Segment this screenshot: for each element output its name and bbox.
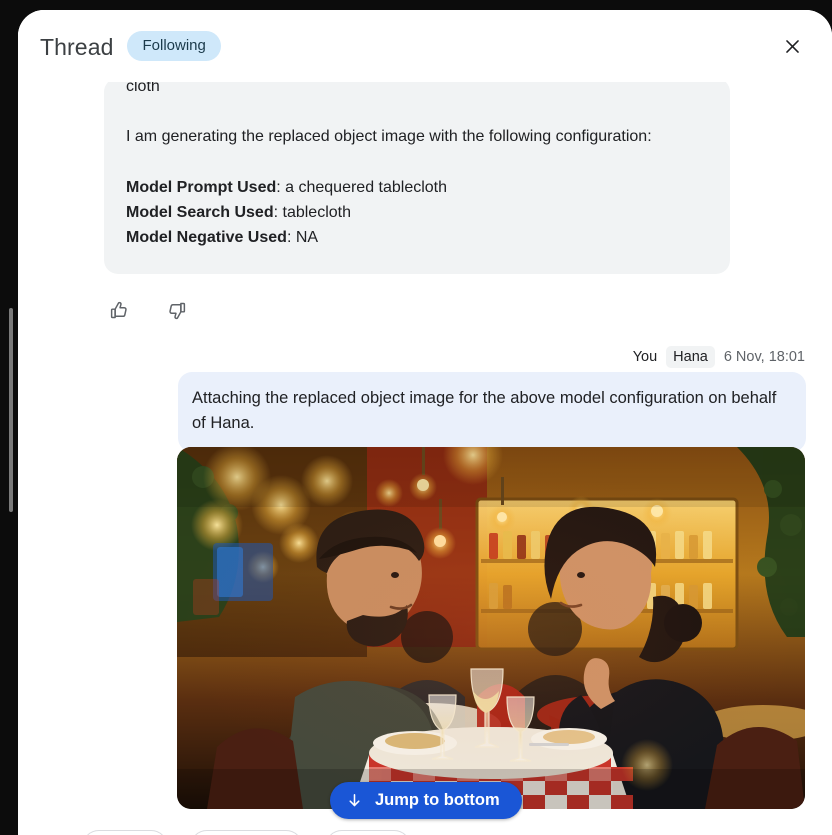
- following-badge[interactable]: Following: [127, 31, 221, 61]
- arrow-down-icon: [346, 792, 363, 809]
- message-author-name: Hana: [666, 346, 715, 368]
- config-key: Model Search Used: [126, 204, 274, 221]
- thumbs-up-icon[interactable]: [104, 295, 134, 325]
- thread-panel: cloth I am generating the replaced objec…: [18, 10, 832, 835]
- config-row: Model Negative Used: NA: [126, 225, 708, 250]
- attached-image-graphic: [177, 447, 805, 809]
- close-icon: [783, 37, 802, 56]
- close-thread-button[interactable]: [774, 28, 810, 64]
- feedback-row: [104, 295, 191, 325]
- bot-message-intro: I am generating the replaced object imag…: [126, 128, 652, 145]
- config-separator: :: [273, 204, 283, 221]
- jump-to-bottom-button[interactable]: Jump to bottom: [330, 782, 522, 819]
- user-message-meta: You Hana 6 Nov, 18:01: [633, 346, 805, 368]
- user-message-text: Attaching the replaced object image for …: [192, 389, 777, 432]
- model-config-list: Model Prompt Used: a chequered tableclot…: [126, 175, 708, 250]
- config-value: tablecloth: [282, 204, 352, 221]
- thread-scrollbar-track[interactable]: [18, 65, 22, 835]
- screen-root: cloth I am generating the replaced objec…: [0, 0, 832, 835]
- suggestion-chip[interactable]: Understood: [190, 830, 303, 835]
- message-author-self: You: [632, 349, 658, 365]
- suggestion-chip[interactable]: Done: [82, 830, 168, 835]
- thumbs-down-icon[interactable]: [161, 295, 191, 325]
- config-separator: :: [286, 229, 296, 246]
- config-separator: :: [276, 179, 286, 196]
- suggestion-chips: Done Understood Thanks: [82, 830, 411, 835]
- message-timestamp: 6 Nov, 18:01: [723, 349, 805, 365]
- thread-scrollbar-thumb[interactable]: [9, 308, 13, 512]
- config-row: Model Search Used: tablecloth: [126, 200, 708, 225]
- suggestion-chip[interactable]: Thanks: [324, 830, 411, 835]
- thread-scroll-area[interactable]: cloth I am generating the replaced objec…: [18, 65, 832, 835]
- bot-message-bubble: cloth I am generating the replaced objec…: [104, 78, 730, 274]
- jump-to-bottom-label: Jump to bottom: [375, 791, 500, 809]
- config-value: NA: [295, 229, 319, 246]
- config-key: Model Prompt Used: [126, 179, 277, 196]
- user-message-bubble: Attaching the replaced object image for …: [178, 372, 806, 452]
- page-title: Thread: [40, 33, 114, 60]
- config-key: Model Negative Used: [126, 229, 287, 246]
- config-row: Model Prompt Used: a chequered tableclot…: [126, 175, 708, 200]
- config-value: a chequered tablecloth: [285, 179, 448, 196]
- attached-image[interactable]: [177, 447, 805, 809]
- thread-header: Thread Following: [18, 10, 832, 82]
